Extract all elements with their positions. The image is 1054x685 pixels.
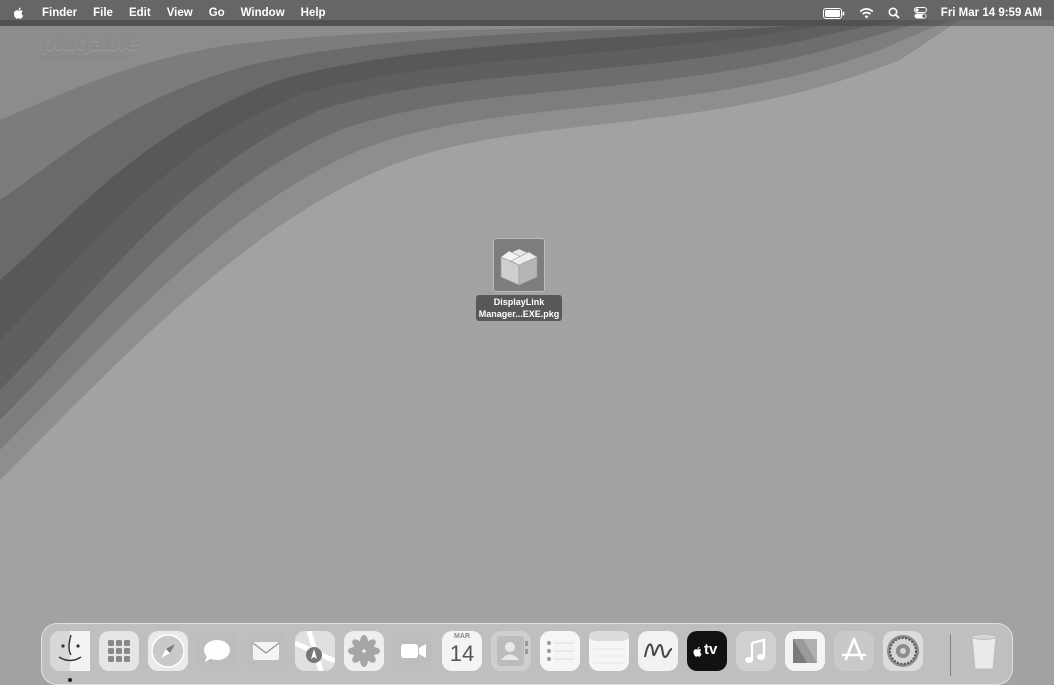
launchpad-icon[interactable] [99, 631, 139, 671]
menu-view[interactable]: View [167, 7, 193, 19]
spotlight-search-icon[interactable] [888, 7, 900, 19]
menu-go[interactable]: Go [209, 7, 225, 19]
maps-icon[interactable] [295, 631, 335, 671]
menu-bar: Finder File Edit View Go Window Help Fri… [0, 0, 1054, 26]
finder-running-indicator [68, 678, 72, 682]
menu-bar-right: Fri Mar 14 9:59 AM [809, 0, 1042, 26]
package-icon[interactable] [493, 238, 545, 292]
app-store-icon[interactable] [834, 631, 874, 671]
safari-icon[interactable] [148, 631, 188, 671]
calendar-icon[interactable]: MAR 14 [442, 631, 482, 671]
photos-icon[interactable] [344, 631, 384, 671]
freeform-icon[interactable] [638, 631, 678, 671]
menu-finder[interactable]: Finder [42, 7, 77, 19]
menu-bar-left: Finder File Edit View Go Window Help [12, 0, 342, 26]
menu-bar-clock[interactable]: Fri Mar 14 9:59 AM [941, 7, 1042, 19]
desktop-file-displaylink-pkg[interactable]: DisplayLink Manager...EXE.pkg [470, 238, 568, 322]
apple-tv-label: tv [704, 641, 718, 658]
menu-window[interactable]: Window [241, 7, 285, 19]
battery-icon[interactable] [822, 7, 845, 19]
control-center-icon[interactable] [913, 7, 927, 19]
dock-separator [950, 634, 951, 676]
system-settings-icon[interactable] [883, 631, 923, 671]
watermark-bar [40, 55, 130, 60]
calendar-day: 14 [449, 641, 475, 666]
contacts-icon[interactable] [491, 631, 531, 671]
calendar-month: MAR [454, 633, 470, 640]
watermark-text: plugable [40, 31, 139, 55]
music-icon[interactable] [736, 631, 776, 671]
menu-file[interactable]: File [93, 7, 113, 19]
desktop-wallpaper [0, 0, 1054, 685]
menu-help[interactable]: Help [301, 7, 326, 19]
dock: MAR 14 tv [41, 623, 1013, 685]
news-icon[interactable] [785, 631, 825, 671]
mail-icon[interactable] [246, 631, 286, 671]
plugable-watermark: plugable [40, 31, 139, 60]
desktop-file-label[interactable]: DisplayLink Manager...EXE.pkg [475, 295, 563, 321]
trash-icon[interactable] [964, 631, 1004, 671]
reminders-icon[interactable] [540, 631, 580, 671]
menu-edit[interactable]: Edit [129, 7, 151, 19]
notes-icon[interactable] [589, 631, 629, 671]
desktop-file-name-line2: Manager...EXE.pkg [478, 309, 560, 319]
messages-icon[interactable] [197, 631, 237, 671]
facetime-icon[interactable] [393, 631, 433, 671]
wifi-icon[interactable] [859, 7, 874, 19]
finder-icon[interactable] [50, 631, 90, 671]
apple-tv-icon[interactable]: tv [687, 631, 727, 671]
desktop-file-name-line1: DisplayLink [493, 297, 545, 307]
apple-menu-icon[interactable] [12, 6, 26, 20]
